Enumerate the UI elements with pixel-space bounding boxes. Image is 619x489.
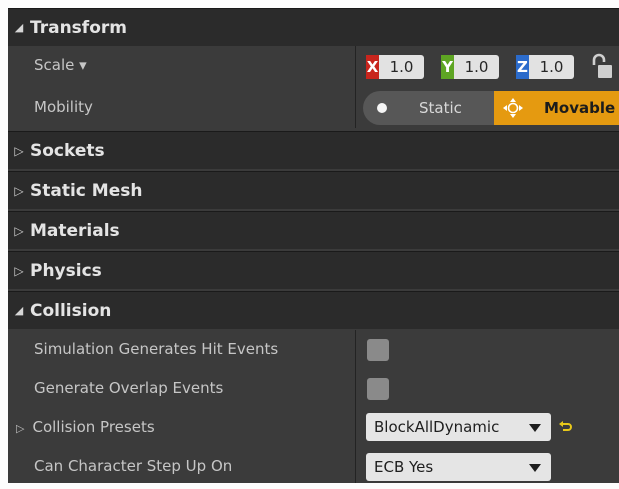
property-row-collision-presets: ▷ Collision Presets BlockAllDynamic	[8, 408, 619, 447]
chevron-down-icon	[529, 424, 541, 432]
mobility-label: Mobility	[34, 98, 93, 116]
chevron-down-icon	[529, 464, 541, 472]
unlocked-padlock-icon[interactable]	[590, 53, 612, 79]
z-axis-tag: Z	[516, 55, 529, 79]
collapsed-triangle-icon: ▷	[14, 263, 24, 278]
property-row-sim-hit-events: Simulation Generates Hit Events	[8, 330, 619, 369]
step-up-on-dropdown[interactable]: ECB Yes	[366, 453, 551, 481]
expanded-triangle-icon: ◢	[14, 304, 24, 317]
mobility-static-button[interactable]: Static	[363, 91, 494, 125]
sim-hit-events-checkbox[interactable]	[367, 339, 389, 361]
section-title: Collision	[30, 300, 112, 321]
overlap-events-checkbox[interactable]	[367, 378, 389, 400]
scale-x-value[interactable]: 1.0	[379, 55, 424, 79]
collapsed-triangle-icon: ▷	[14, 183, 24, 198]
property-row-overlap-events: Generate Overlap Events	[8, 369, 619, 408]
section-header-transform[interactable]: ◢ Transform	[8, 8, 619, 46]
x-axis-tag: X	[366, 55, 379, 79]
section-title: Transform	[30, 17, 127, 38]
collision-presets-value: BlockAllDynamic	[374, 418, 500, 436]
mobility-toggle: Static Movable	[363, 91, 619, 125]
column-divider[interactable]	[355, 46, 356, 128]
move-arrows-icon	[503, 98, 523, 118]
scale-x-field[interactable]: X 1.0	[366, 55, 424, 79]
collision-presets-text: Collision Presets	[32, 418, 155, 436]
step-up-on-value: ECB Yes	[374, 458, 434, 476]
property-row-scale: Scale ▾ X 1.0 Y 1.0 Z 1.0	[8, 46, 619, 85]
static-dot-icon	[377, 103, 387, 113]
scale-y-value[interactable]: 1.0	[454, 55, 499, 79]
section-title: Static Mesh	[30, 180, 143, 201]
step-up-on-label: Can Character Step Up On	[34, 457, 233, 475]
property-row-mobility: Mobility Static Movable	[8, 88, 619, 127]
section-header-static-mesh[interactable]: ▷ Static Mesh	[8, 171, 619, 209]
reset-to-default-arrow-icon[interactable]	[558, 420, 572, 434]
expanded-triangle-icon: ◢	[14, 21, 24, 34]
scale-label[interactable]: Scale ▾	[34, 46, 87, 85]
section-header-physics[interactable]: ▷ Physics	[8, 251, 619, 289]
details-panel: ◢ Transform Scale ▾ X 1.0 Y 1.0 Z 1.0 Mo…	[8, 8, 619, 483]
y-axis-tag: Y	[441, 55, 454, 79]
scale-z-value[interactable]: 1.0	[529, 55, 574, 79]
collapsed-triangle-icon: ▷	[14, 223, 24, 238]
property-row-step-up-on: Can Character Step Up On ECB Yes	[8, 447, 619, 483]
mobility-static-label: Static	[419, 99, 462, 117]
scale-z-field[interactable]: Z 1.0	[516, 55, 574, 79]
scale-y-field[interactable]: Y 1.0	[441, 55, 499, 79]
collision-presets-label[interactable]: ▷ Collision Presets	[16, 408, 155, 447]
section-header-sockets[interactable]: ▷ Sockets	[8, 131, 619, 169]
section-title: Sockets	[30, 140, 105, 161]
mobility-movable-button[interactable]: Movable	[494, 91, 619, 125]
mobility-movable-label: Movable	[544, 99, 616, 117]
section-header-materials[interactable]: ▷ Materials	[8, 211, 619, 249]
overlap-events-label: Generate Overlap Events	[34, 379, 224, 397]
sim-hit-events-label: Simulation Generates Hit Events	[34, 340, 279, 358]
collision-presets-dropdown[interactable]: BlockAllDynamic	[366, 413, 551, 441]
section-title: Physics	[30, 260, 102, 281]
column-divider[interactable]	[355, 330, 356, 483]
collapsed-triangle-icon: ▷	[14, 143, 24, 158]
section-header-collision[interactable]: ◢ Collision	[8, 291, 619, 329]
collapsed-triangle-icon: ▷	[16, 422, 25, 435]
section-title: Materials	[30, 220, 120, 241]
